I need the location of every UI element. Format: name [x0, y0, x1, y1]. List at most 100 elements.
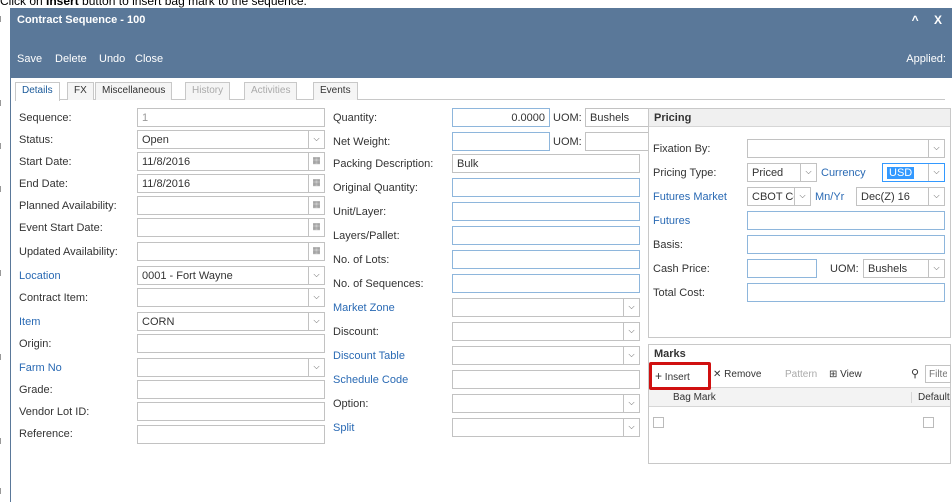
bag-mark-column-header[interactable]: Bag Mark	[673, 392, 716, 403]
schedule-code-label[interactable]: Schedule Code	[333, 374, 408, 386]
grade-field[interactable]	[137, 380, 325, 399]
currency-label[interactable]: Currency	[821, 167, 866, 179]
vendor-lot-id-field[interactable]	[137, 402, 325, 421]
chevron-down-icon[interactable]: ⌵	[928, 188, 944, 205]
origin-field[interactable]	[137, 334, 325, 353]
farm-no-label[interactable]: Farm No	[19, 362, 62, 374]
tab-events[interactable]: Events	[313, 82, 358, 100]
planned-availability-label: Planned Availability:	[19, 200, 117, 212]
layers-pallet-field[interactable]	[452, 226, 640, 245]
farm-no-dropdown[interactable]: ⌵	[137, 358, 325, 377]
tab-history[interactable]: History	[185, 82, 231, 100]
unit-layer-field[interactable]	[452, 202, 640, 221]
marks-grid-header: Bag Mark Default	[649, 387, 950, 407]
futures-field[interactable]	[747, 211, 945, 230]
item-label[interactable]: Item	[19, 316, 40, 328]
chevron-down-icon[interactable]: ⌵	[928, 164, 944, 181]
fixation-by-dropdown[interactable]: ⌵	[747, 139, 945, 158]
tab-miscellaneous[interactable]: Miscellaneous	[95, 82, 173, 100]
delete-button[interactable]: Delete	[55, 53, 87, 65]
undo-button[interactable]: Undo	[99, 53, 125, 65]
origin-label: Origin:	[19, 338, 52, 350]
window-controls[interactable]: ^ X	[912, 13, 948, 27]
chevron-down-icon[interactable]: ⌵	[308, 313, 324, 330]
split-dropdown[interactable]: ⌵	[452, 418, 640, 437]
gutter-mark	[0, 488, 4, 494]
tab-activities[interactable]: Activities	[244, 82, 298, 100]
mn-yr-label[interactable]: Mn/Yr	[815, 191, 844, 203]
tab-fx[interactable]: FX	[67, 82, 94, 100]
cash-price-field[interactable]	[747, 259, 817, 278]
schedule-code-field[interactable]	[452, 370, 640, 389]
total-cost-field[interactable]	[747, 283, 945, 302]
caption-bold: Insert	[46, 0, 79, 8]
discount-table-dropdown[interactable]: ⌵	[452, 346, 640, 365]
chevron-down-icon[interactable]: ⌵	[308, 267, 324, 284]
sequence-field[interactable]: 1	[137, 108, 325, 127]
contract-item-dropdown[interactable]: ⌵	[137, 288, 325, 307]
net-weight-label: Net Weight:	[333, 136, 391, 148]
view-button[interactable]: ⊞ View	[829, 369, 862, 380]
cash-price-uom-label: UOM:	[830, 263, 859, 275]
chevron-down-icon[interactable]: ⌵	[928, 140, 944, 157]
default-checkbox[interactable]	[923, 417, 934, 428]
default-column-header[interactable]: Default	[911, 392, 950, 403]
calendar-icon[interactable]: ▦	[308, 175, 324, 192]
split-label[interactable]: Split	[333, 422, 354, 434]
chevron-down-icon[interactable]: ⌵	[308, 131, 324, 148]
chevron-down-icon[interactable]: ⌵	[623, 299, 639, 316]
calendar-icon[interactable]: ▦	[308, 243, 324, 260]
chevron-down-icon[interactable]: ⌵	[928, 260, 944, 277]
chevron-down-icon[interactable]: ⌵	[623, 419, 639, 436]
calendar-icon[interactable]: ▦	[308, 153, 324, 170]
save-button[interactable]: Save	[17, 53, 42, 65]
currency-dropdown[interactable]: USD ⌵	[882, 163, 945, 182]
futures-market-label[interactable]: Futures Market	[653, 191, 727, 203]
futures-market-dropdown[interactable]: CBOT Co ⌵	[747, 187, 811, 206]
no-of-lots-label: No. of Lots:	[333, 254, 390, 266]
mn-yr-dropdown[interactable]: Dec(Z) 16 ⌵	[856, 187, 945, 206]
updated-availability-field[interactable]: ▦	[137, 242, 325, 261]
planned-availability-field[interactable]: ▦	[137, 196, 325, 215]
no-of-sequences-field[interactable]	[452, 274, 640, 293]
packing-description-field[interactable]: Bulk	[452, 154, 640, 173]
no-of-lots-field[interactable]	[452, 250, 640, 269]
market-zone-dropdown[interactable]: ⌵	[452, 298, 640, 317]
chevron-down-icon[interactable]: ⌵	[623, 347, 639, 364]
close-button[interactable]: Close	[135, 53, 163, 65]
option-dropdown[interactable]: ⌵	[452, 394, 640, 413]
gutter-mark	[0, 143, 4, 149]
end-date-field[interactable]: 11/8/2016 ▦	[137, 174, 325, 193]
calendar-icon[interactable]: ▦	[308, 197, 324, 214]
reference-field[interactable]	[137, 425, 325, 444]
chevron-down-icon[interactable]: ⌵	[794, 188, 810, 205]
pattern-button[interactable]: Pattern	[785, 369, 817, 380]
start-date-field[interactable]: 11/8/2016 ▦	[137, 152, 325, 171]
row-checkbox[interactable]	[653, 417, 664, 428]
chevron-down-icon[interactable]: ⌵	[623, 395, 639, 412]
net-weight-field[interactable]	[452, 132, 550, 151]
event-start-date-field[interactable]: ▦	[137, 218, 325, 237]
market-zone-label[interactable]: Market Zone	[333, 302, 395, 314]
discount-dropdown[interactable]: ⌵	[452, 322, 640, 341]
original-quantity-field[interactable]	[452, 178, 640, 197]
chevron-down-icon[interactable]: ⌵	[308, 289, 324, 306]
chevron-down-icon[interactable]: ⌵	[800, 164, 816, 181]
item-dropdown[interactable]: CORN ⌵	[137, 312, 325, 331]
chevron-down-icon[interactable]: ⌵	[623, 323, 639, 340]
calendar-icon[interactable]: ▦	[308, 219, 324, 236]
quantity-field[interactable]: 0.0000	[452, 108, 550, 127]
tab-details[interactable]: Details	[15, 82, 60, 101]
location-label[interactable]: Location	[19, 270, 61, 282]
cash-price-uom-dropdown[interactable]: Bushels ⌵	[863, 259, 945, 278]
status-dropdown[interactable]: Open ⌵	[137, 130, 325, 149]
filter-input[interactable]	[925, 365, 951, 383]
location-dropdown[interactable]: 0001 - Fort Wayne ⌵	[137, 266, 325, 285]
futures-label[interactable]: Futures	[653, 215, 690, 227]
gutter-mark	[0, 16, 4, 22]
pricing-type-dropdown[interactable]: Priced ⌵	[747, 163, 817, 182]
remove-button[interactable]: ✕ Remove	[713, 369, 761, 380]
discount-table-label[interactable]: Discount Table	[333, 350, 405, 362]
chevron-down-icon[interactable]: ⌵	[308, 359, 324, 376]
basis-field[interactable]	[747, 235, 945, 254]
